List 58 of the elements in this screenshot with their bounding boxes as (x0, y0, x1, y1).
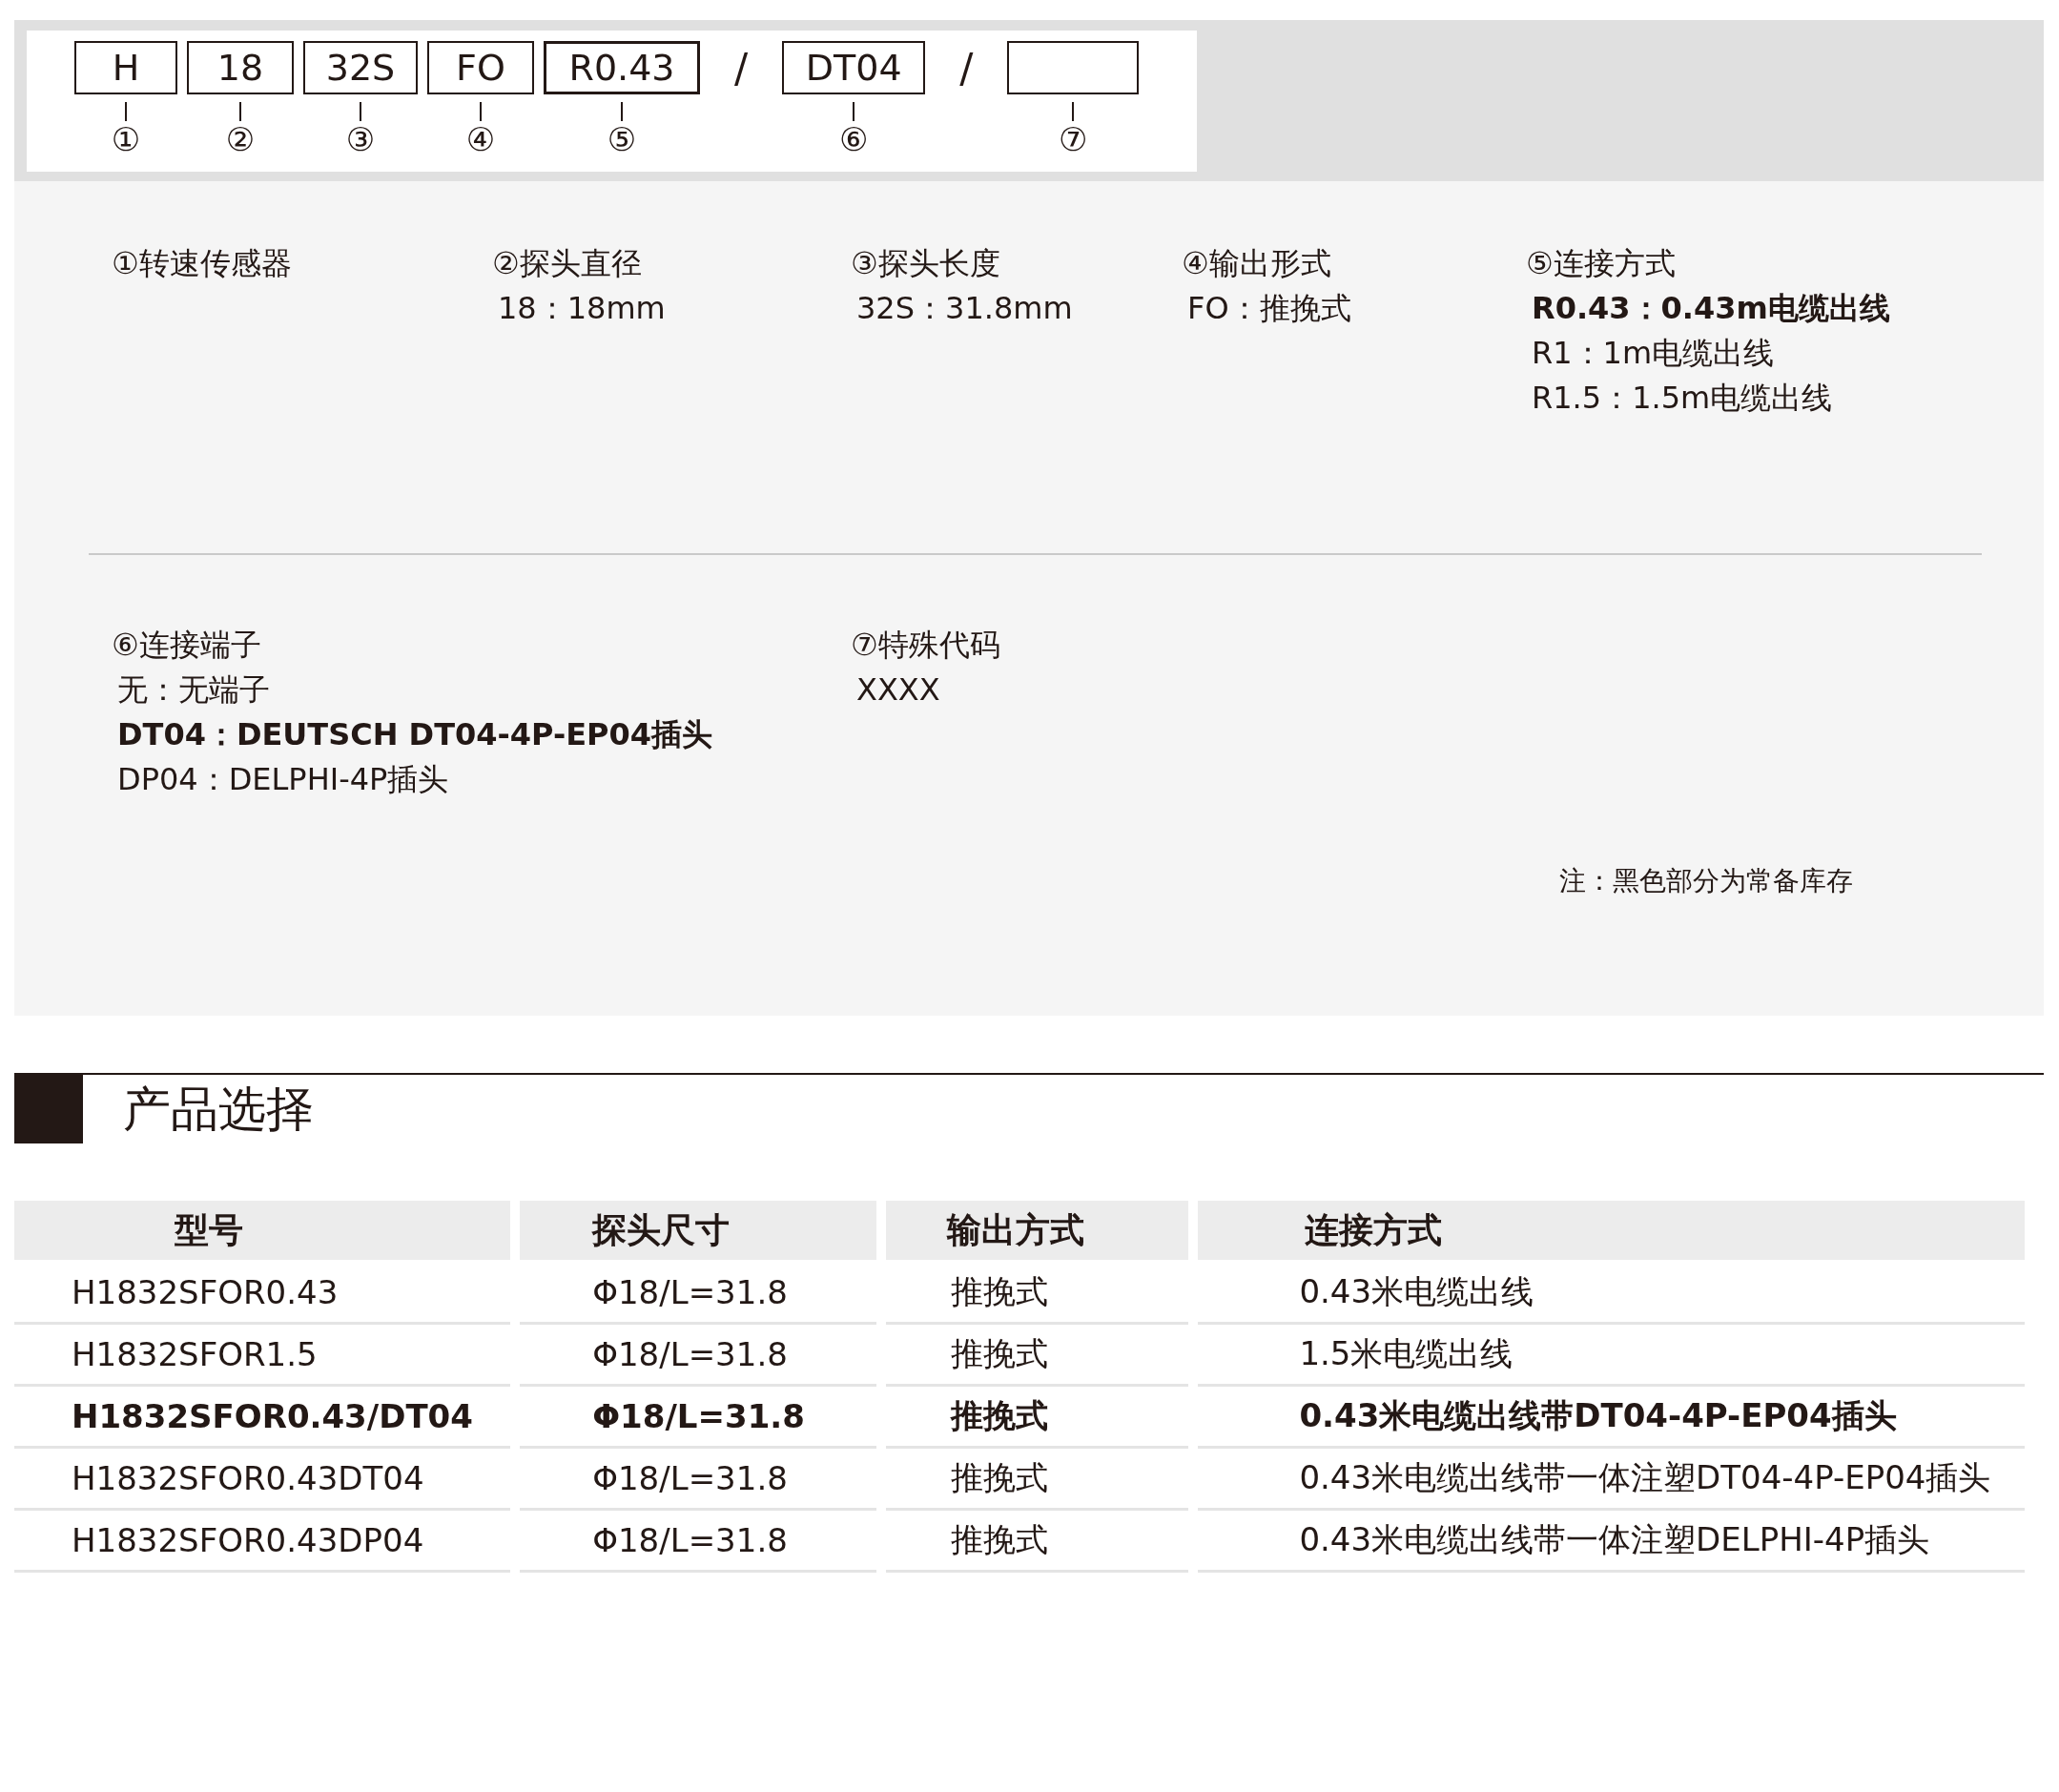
code-box: FO (427, 41, 534, 94)
table-cell: 0.43米电缆出线带一体注塑DT04-4P-EP04插头 (1198, 1449, 2025, 1511)
column-header: 型号 (14, 1201, 511, 1263)
option-text: 18：18mm (497, 289, 667, 328)
table-cell: Φ18/L=31.8 (520, 1511, 876, 1573)
section-title: 产品选择 (123, 1080, 314, 1139)
column-header: 探头尺寸 (520, 1201, 876, 1263)
table-cell: 1.5米电缆出线 (1198, 1325, 2025, 1387)
code-box: 18 (187, 41, 294, 94)
option-heading: ⑥连接端子 (112, 626, 262, 665)
column-header: 输出方式 (885, 1201, 1189, 1263)
option-text: DT04：DEUTSCH DT04-4P-EP04插头 (116, 715, 714, 754)
option-heading: ③探头长度 (851, 244, 1001, 283)
option-heading: ①转速传感器 (112, 244, 293, 283)
option-text: 无：无端子 (116, 670, 271, 710)
note-text: 注：黑色部分为常备库存 (1559, 864, 1853, 898)
option-heading: ⑤连接方式 (1526, 244, 1677, 283)
option-heading: ⑦特殊代码 (851, 626, 1001, 665)
position-number: ② (225, 121, 256, 157)
option-text: DP04：DELPHI-4P插头 (116, 760, 450, 799)
option-text: R1.5：1.5m电缆出线 (1531, 379, 1834, 418)
option-heading: ②探头直径 (492, 244, 643, 283)
code-box: R0.43 (544, 41, 700, 94)
table-cell: 推挽式 (885, 1449, 1189, 1511)
table-cell: Φ18/L=31.8 (520, 1387, 876, 1449)
table-cell: Φ18/L=31.8 (520, 1263, 876, 1325)
table-cell: Φ18/L=31.8 (520, 1325, 876, 1387)
table-cell: 推挽式 (885, 1511, 1189, 1573)
option-text: 32S：31.8mm (855, 289, 1074, 328)
code-box: H (74, 41, 177, 94)
table-cell: H1832SFOR0.43DP04 (14, 1511, 511, 1573)
position-number: ⑥ (838, 121, 869, 157)
position-number: ① (111, 121, 141, 157)
option-text: R1：1m电缆出线 (1531, 334, 1776, 373)
option-text: FO：推挽式 (1186, 289, 1352, 328)
separator-slash: / (958, 44, 975, 92)
table-cell: H1832SFOR0.43DT04 (14, 1449, 511, 1511)
code-box: 32S (303, 41, 418, 94)
option-heading: ④输出形式 (1182, 244, 1332, 283)
table-cell: H1832SFOR0.43/DT04 (14, 1387, 511, 1449)
position-number: ⑤ (607, 121, 637, 157)
table-cell: 0.43米电缆出线带一体注塑DELPHI-4P插头 (1198, 1511, 2025, 1573)
code-box: DT04 (782, 41, 926, 94)
position-number: ③ (345, 121, 376, 157)
table-cell: H1832SFOR1.5 (14, 1325, 511, 1387)
table-cell: 0.43米电缆出线带DT04-4P-EP04插头 (1198, 1387, 2025, 1449)
option-text: XXXX (855, 670, 941, 710)
option-text: R0.43：0.43m电缆出线 (1531, 289, 1891, 328)
table-cell: 0.43米电缆出线 (1198, 1263, 2025, 1325)
position-number: ④ (465, 121, 496, 157)
table-cell: 推挽式 (885, 1263, 1189, 1325)
table-cell: 推挽式 (885, 1387, 1189, 1449)
column-header: 连接方式 (1198, 1201, 2025, 1263)
table-cell: H1832SFOR0.43 (14, 1263, 511, 1325)
position-number: ⑦ (1059, 121, 1088, 157)
separator-slash: / (733, 44, 750, 92)
table-cell: 推挽式 (885, 1325, 1189, 1387)
table-cell: Φ18/L=31.8 (520, 1449, 876, 1511)
